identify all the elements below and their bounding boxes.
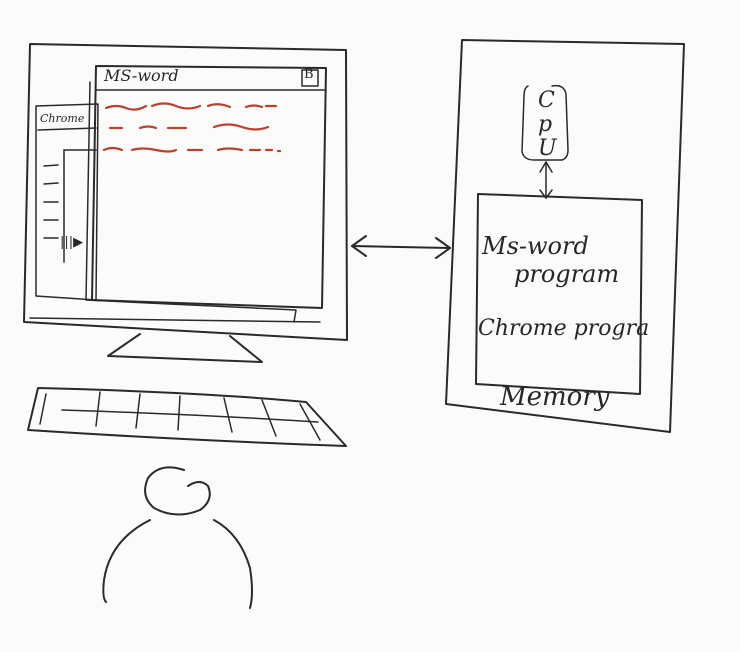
person-icon — [102, 466, 253, 609]
cpu-letter-c: C — [538, 88, 555, 113]
keyboard-icon — [27, 387, 347, 447]
memory-box — [475, 193, 643, 395]
play-icon: |||▶ — [60, 235, 84, 250]
msword-program-label-line2: program — [514, 260, 620, 288]
monitor-icon — [23, 43, 348, 363]
chrome-window-title: Chrome — [40, 112, 85, 125]
document-text-lines — [102, 102, 282, 153]
cpu-letter-p: p — [538, 112, 553, 137]
chrome-program-label: Chrome progra — [478, 316, 650, 341]
msword-program-label-line1: Ms-word — [482, 232, 589, 260]
whiteboard-diagram: MS-word B Chrome |||▶ C p U Ms-word prog… — [0, 0, 740, 652]
cpu-letter-u: U — [538, 136, 557, 161]
double-arrow-icon — [351, 235, 451, 259]
msword-window-title: MS-word — [104, 66, 179, 85]
msword-window — [85, 65, 327, 323]
memory-label: Memory — [500, 382, 610, 412]
maximize-icon: B — [304, 67, 314, 82]
